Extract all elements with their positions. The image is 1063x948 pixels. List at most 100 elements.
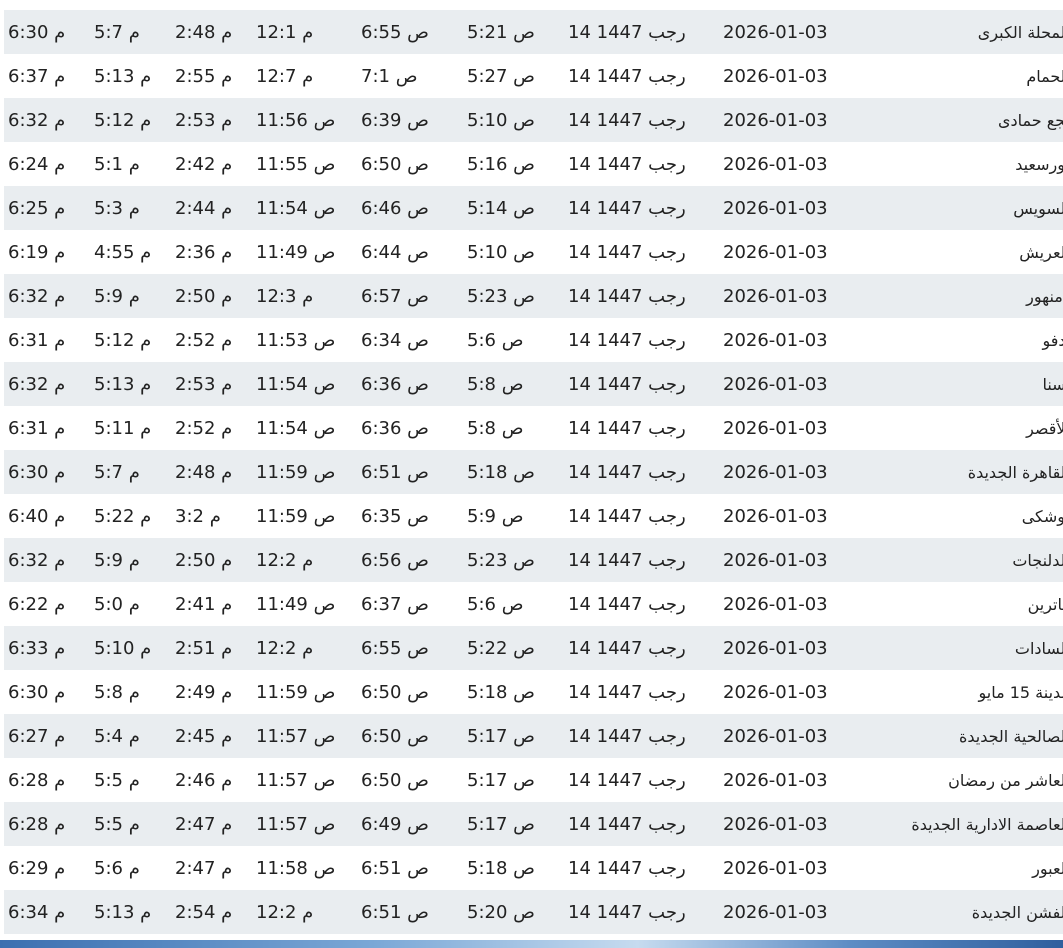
asr-time-cell: 2:55 م	[171, 54, 252, 98]
dhuhr-time-cell: 11:56 ص	[252, 98, 357, 142]
city-cell: السادات	[862, 626, 1063, 670]
hijri-date-cell: 14 رجب 1447	[564, 318, 719, 362]
maghrib-time-cell: 5:3 م	[90, 186, 171, 230]
sunrise-time-cell: 6:57 ص	[357, 274, 463, 318]
isha-time-cell: 6:32 م	[4, 98, 90, 142]
sunrise-time-cell: 6:50 ص	[357, 670, 463, 714]
maghrib-time-cell: 4:55 م	[90, 230, 171, 274]
maghrib-time-cell: 5:1 م	[90, 142, 171, 186]
table-row: القاهرة الجديدة 2026-01-03 14 رجب 1447 5:18…	[4, 450, 1063, 494]
fajr-time-cell: 5:18 ص	[463, 670, 564, 714]
city-cell: بورسعيد	[862, 142, 1063, 186]
maghrib-time-cell: 5:9 م	[90, 274, 171, 318]
table-row: العريش2026-01-0314 رجب 14475:10 ص6:44 ص1…	[4, 230, 1063, 274]
dhuhr-time-cell: 11:57 ص	[252, 758, 357, 802]
date-cell: 2026-01-03	[719, 98, 862, 142]
city-cell: السويس	[862, 186, 1063, 230]
isha-time-cell: 6:30 م	[4, 450, 90, 494]
prayer-times-table: المحلة الكبرى 2026-01-03 14 رجب 1447 5:21 ص…	[4, 10, 1063, 934]
fajr-time-cell: 5:17 ص	[463, 758, 564, 802]
sunrise-time-cell: 6:56 ص	[357, 538, 463, 582]
dhuhr-time-cell: 11:54 ص	[252, 186, 357, 230]
isha-time-cell: 6:31 م	[4, 318, 90, 362]
city-cell: ادفو	[862, 318, 1063, 362]
sunrise-time-cell: 6:34 ص	[357, 318, 463, 362]
asr-time-cell: 2:54 م	[171, 890, 252, 934]
fajr-time-cell: 5:17 ص	[463, 802, 564, 846]
sunrise-time-cell: 6:51 ص	[357, 450, 463, 494]
sunrise-time-cell: 6:44 ص	[357, 230, 463, 274]
isha-time-cell: 6:28 م	[4, 758, 90, 802]
hijri-date-cell: 14 رجب 1447	[564, 846, 719, 890]
maghrib-time-cell: 5:7 م	[90, 450, 171, 494]
table-row: الحمام2026-01-0314 رجب 14475:27 ص7:1 ص12…	[4, 54, 1063, 98]
sunrise-time-cell: 6:46 ص	[357, 186, 463, 230]
dhuhr-time-cell: 11:59 ص	[252, 670, 357, 714]
dhuhr-time-cell: 11:57 ص	[252, 802, 357, 846]
asr-time-cell: 2:50 م	[171, 538, 252, 582]
date-cell: 2026-01-03	[719, 714, 862, 758]
hijri-date-cell: 14 رجب 1447	[564, 186, 719, 230]
asr-time-cell: 2:45 م	[171, 714, 252, 758]
city-cell: دمنهور	[862, 274, 1063, 318]
hijri-date-cell: 14 رجب 1447	[564, 714, 719, 758]
asr-time-cell: 2:53 م	[171, 362, 252, 406]
isha-time-cell: 6:24 م	[4, 142, 90, 186]
sunrise-time-cell: 6:55 ص	[357, 10, 463, 54]
maghrib-time-cell: 5:4 م	[90, 714, 171, 758]
city-cell: الأقصر	[862, 406, 1063, 450]
table-row: اسنا2026-01-0314 رجب 14475:8 ص6:36 ص11:5…	[4, 362, 1063, 406]
date-cell: 2026-01-03	[719, 890, 862, 934]
asr-time-cell: 3:2 م	[171, 494, 252, 538]
asr-time-cell: 2:42 م	[171, 142, 252, 186]
fajr-time-cell: 5:18 ص	[463, 450, 564, 494]
city-cell: المحلة الكبرى	[862, 10, 1063, 54]
maghrib-time-cell: 5:5 م	[90, 802, 171, 846]
dhuhr-time-cell: 11:53 ص	[252, 318, 357, 362]
sunrise-time-cell: 6:37 ص	[357, 582, 463, 626]
date-cell: 2026-01-03	[719, 406, 862, 450]
dhuhr-time-cell: 11:54 ص	[252, 362, 357, 406]
isha-time-cell: 6:37 م	[4, 54, 90, 98]
isha-time-cell: 6:19 م	[4, 230, 90, 274]
page: المحلة الكبرى 2026-01-03 14 رجب 1447 5:21 ص…	[0, 0, 1063, 948]
asr-time-cell: 2:48 م	[171, 10, 252, 54]
isha-time-cell: 6:40 م	[4, 494, 90, 538]
date-cell: 2026-01-03	[719, 758, 862, 802]
maghrib-time-cell: 5:12 م	[90, 98, 171, 142]
asr-time-cell: 2:48 م	[171, 450, 252, 494]
fajr-time-cell: 5:21 ص	[463, 10, 564, 54]
asr-time-cell: 2:50 م	[171, 274, 252, 318]
maghrib-time-cell: 5:8 م	[90, 670, 171, 714]
dhuhr-time-cell: 12:3 م	[252, 274, 357, 318]
asr-time-cell: 2:44 م	[171, 186, 252, 230]
isha-time-cell: 6:29 م	[4, 846, 90, 890]
date-cell: 2026-01-03	[719, 582, 862, 626]
sunrise-time-cell: 7:1 ص	[357, 54, 463, 98]
hijri-date-cell: 14 رجب 1447	[564, 802, 719, 846]
city-cell: الفشن الجديدة	[862, 890, 1063, 934]
window-bottom-bar	[0, 940, 1063, 948]
date-cell: 2026-01-03	[719, 10, 862, 54]
date-cell: 2026-01-03	[719, 538, 862, 582]
table-row: بورسعيد2026-01-0314 رجب 14475:16 ص6:50 ص…	[4, 142, 1063, 186]
dhuhr-time-cell: 11:54 ص	[252, 406, 357, 450]
date-cell: 2026-01-03	[719, 142, 862, 186]
isha-time-cell: 6:32 م	[4, 538, 90, 582]
city-cell: القاهرة الجديدة	[862, 450, 1063, 494]
asr-time-cell: 2:46 م	[171, 758, 252, 802]
isha-time-cell: 6:32 م	[4, 362, 90, 406]
table-row: الأقصر2026-01-0314 رجب 14475:8 ص6:36 ص11…	[4, 406, 1063, 450]
maghrib-time-cell: 5:6 م	[90, 846, 171, 890]
asr-time-cell: 2:52 م	[171, 318, 252, 362]
city-cell: اسنا	[862, 362, 1063, 406]
maghrib-time-cell: 5:13 م	[90, 890, 171, 934]
fajr-time-cell: 5:22 ص	[463, 626, 564, 670]
dhuhr-time-cell: 11:49 ص	[252, 582, 357, 626]
maghrib-time-cell: 5:5 م	[90, 758, 171, 802]
date-cell: 2026-01-03	[719, 318, 862, 362]
fajr-time-cell: 5:27 ص	[463, 54, 564, 98]
date-cell: 2026-01-03	[719, 54, 862, 98]
hijri-date-cell: 14 رجب 1447	[564, 406, 719, 450]
city-cell: كاترين	[862, 582, 1063, 626]
